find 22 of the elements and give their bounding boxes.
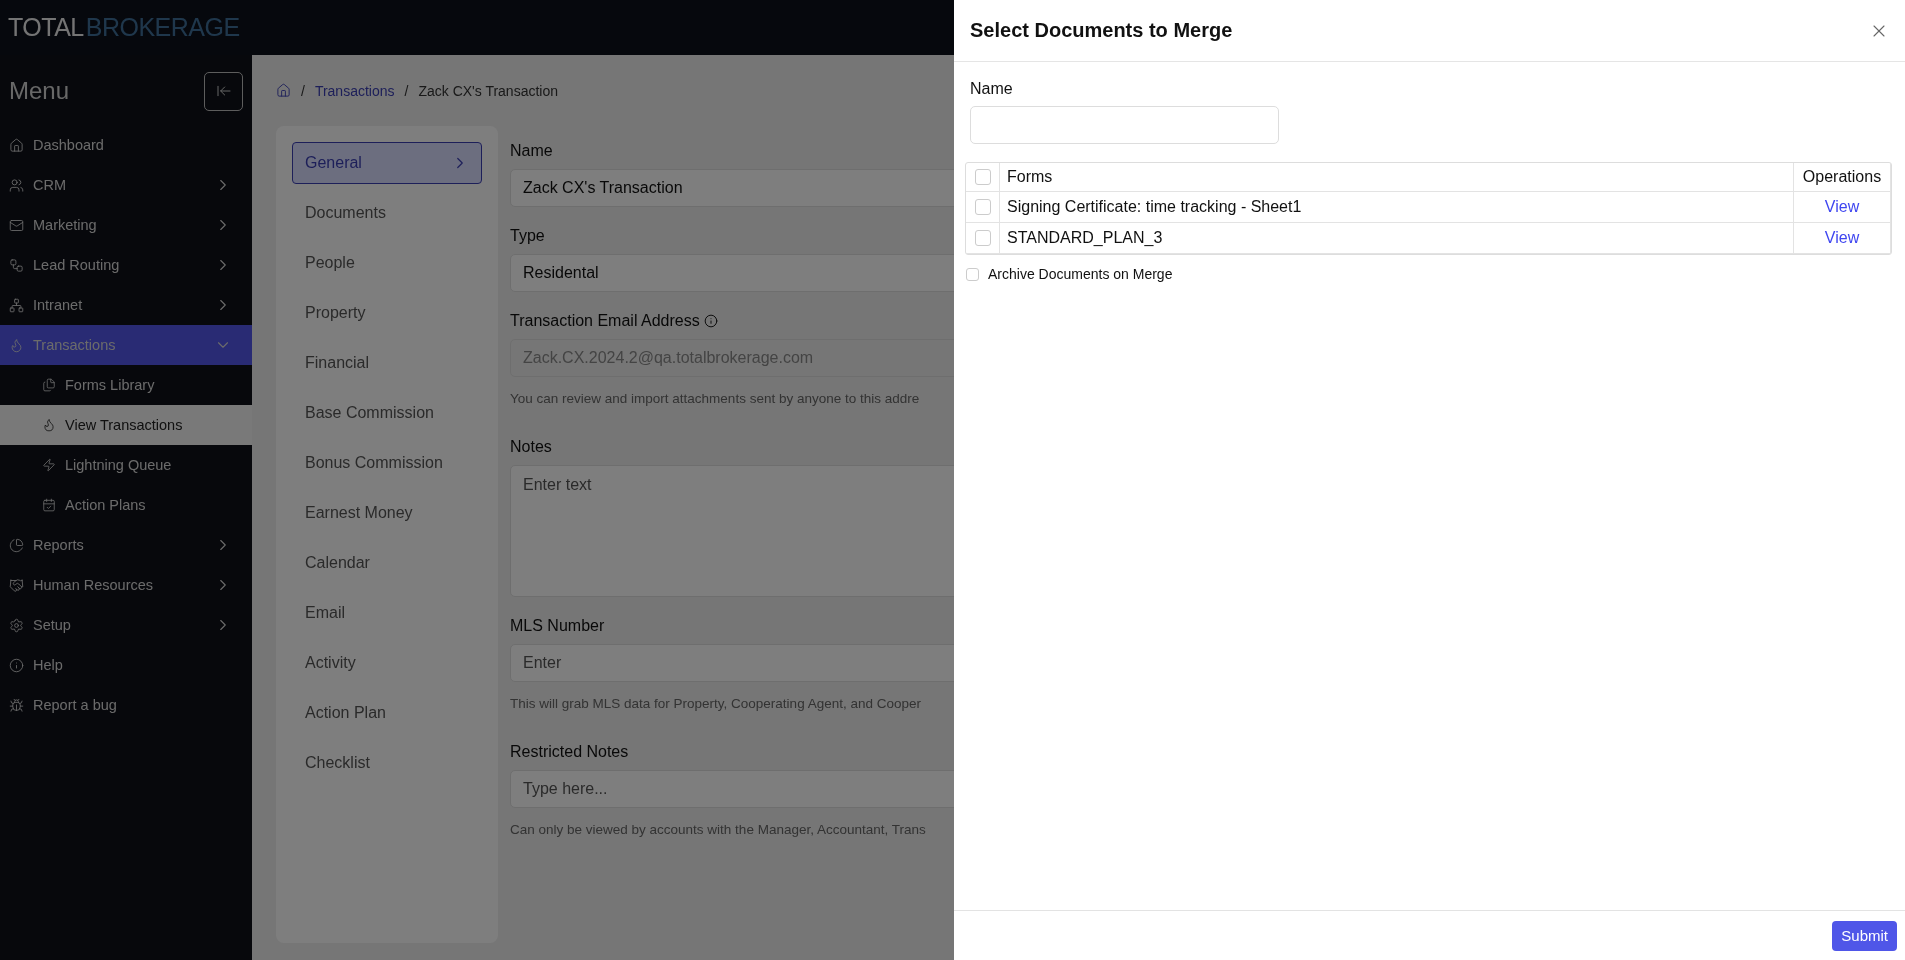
checkbox-label: Archive Documents on Merge — [988, 266, 1173, 282]
column-header: Operations — [1794, 163, 1891, 192]
logo-text: BROKERAGE — [85, 13, 240, 42]
field-hint: This will grab MLS data for Property, Cooperating Agent, and Cooper — [510, 696, 922, 711]
column-header: Forms — [1000, 163, 1794, 192]
field-label: Notes — [510, 438, 552, 456]
table-cell: Signing Certificate: time tracking - Sheet1 — [1000, 192, 1794, 223]
field-label: Name — [510, 142, 553, 160]
breadcrumb-separator: / — [301, 82, 305, 99]
table-cell: STANDARD_PLAN_3 — [1000, 223, 1794, 254]
breadcrumb-current: Zack CX's Transaction — [418, 82, 559, 99]
field-label: Name — [970, 80, 1014, 98]
field-label: Transaction Email Address — [510, 312, 700, 330]
menu-title: Menu — [9, 77, 70, 105]
field-label: MLS Number — [510, 617, 605, 635]
field-label: Type — [510, 227, 545, 245]
field-label: Restricted Notes — [510, 743, 629, 761]
logo-text: TOTAL — [8, 13, 84, 42]
drawer-title: Select Documents to Merge — [970, 19, 1233, 42]
breadcrumb-separator: / — [404, 82, 409, 99]
field-hint: Can only be viewed by accounts with the Manager, Accountant, Trans — [510, 822, 927, 837]
field-hint: You can review and import attachments sent by anyone to this addre — [510, 391, 921, 406]
